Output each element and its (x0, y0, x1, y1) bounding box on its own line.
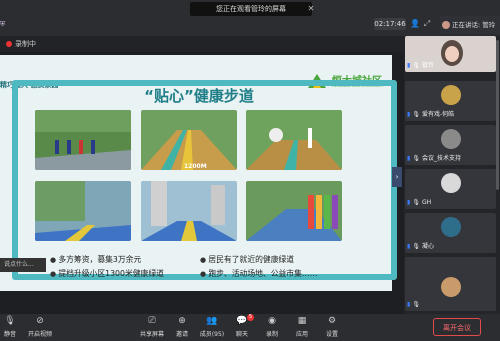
photo-greenway-4 (35, 181, 131, 241)
participant-label: ▮ 🎙 会议_技术支持 (405, 154, 461, 164)
participant-label: ▮ 🎙 凝心 (405, 242, 434, 252)
collapse-panel-button[interactable]: › (392, 167, 402, 187)
user-icon: ▮ (407, 62, 411, 69)
participant-tile-2[interactable]: ▮ 🎙 爱有戏-何皓 (405, 81, 496, 121)
slide-title: “贴心”健康步道 (144, 87, 254, 105)
expand-icon[interactable]: ⤢ (420, 18, 434, 30)
participant-name: GH (421, 199, 432, 206)
mic-icon: 🎙 (412, 111, 420, 118)
settings-button[interactable]: ⚙ 设置 (314, 314, 350, 341)
participant-avatar (441, 129, 461, 149)
toolbar-label: 邀请 (175, 331, 188, 338)
toolbar-label: 静音 (3, 331, 16, 338)
participant-label: ▮ 🎙 GH (405, 198, 431, 208)
bullet-left-2: ● 提档升级小区1300米健康绿道 (50, 268, 164, 280)
toolbar-label: 录制 (265, 331, 278, 338)
photo-greenway-3 (246, 110, 342, 170)
participant-label: ▮ 🎙 管玲 (405, 61, 434, 71)
toolbar-label: 应用 (295, 331, 308, 338)
mic-icon: 🎙 (412, 243, 420, 250)
mic-icon: 🎙 (412, 301, 420, 308)
bullet-right-2: ● 跑步、活动场地、公益市集…… (200, 268, 318, 280)
camera-icon: ⊘ (36, 316, 44, 326)
chat-badge: 5 (247, 314, 254, 321)
photo-greenway-5 (141, 181, 237, 241)
settings-icon: ⚙ (327, 316, 337, 326)
participant-tile-5[interactable]: ▮ 🎙 凝心 (405, 213, 496, 253)
road-marking-label: 1200M (184, 163, 207, 170)
shield-icon: ⛨ (0, 20, 6, 28)
record-dot-icon (6, 41, 12, 47)
mic-icon: 🎙 (412, 155, 420, 162)
user-icon: ▮ (407, 199, 411, 206)
screen-share-banner: 您正在观看管玲的屏幕 (190, 2, 312, 16)
bullet-text: 居民有了就近的健康绿道 (208, 255, 295, 264)
close-icon[interactable]: ✕ (306, 2, 316, 16)
toolbar-label: 共享屏幕 (139, 331, 164, 338)
toolbar-label: 开启视频 (27, 331, 52, 338)
recording-label: 录制中 (15, 40, 36, 48)
toolbar-label: 聊天 (235, 331, 248, 338)
mic-icon: 🎙 (412, 62, 420, 69)
photo-greenway-6 (246, 181, 342, 241)
mic-icon: 🎙 (412, 199, 420, 206)
participant-label: ▮ 🎙 爱有戏-何皓 (405, 110, 454, 120)
meeting-timer: 02:17:46 (374, 18, 406, 30)
participant-avatar (441, 173, 461, 193)
user-icon: ▮ (407, 155, 411, 162)
bullet-text: 提档升级小区1300米健康绿道 (58, 269, 164, 278)
participant-face (445, 46, 459, 62)
participant-name: 爱有戏-何皓 (421, 111, 455, 118)
leave-meeting-button[interactable]: 离开会议 (433, 318, 481, 336)
video-button[interactable]: ⊘ 开启视频 (22, 314, 58, 341)
speaking-text: 正在讲话: 管玲 (452, 21, 496, 29)
bullet-text: 跑步、活动场地、公益市集…… (208, 269, 318, 278)
toolbar-label: 设置 (325, 331, 338, 338)
participant-tile-4[interactable]: ▮ 🎙 GH (405, 169, 496, 209)
speaker-avatar-icon (442, 21, 450, 29)
bullet-right-1: ● 居民有了就近的健康绿道 (200, 254, 294, 266)
photo-greenway-1 (35, 110, 131, 170)
participant-name: 凝心 (421, 243, 434, 250)
participant-scrollbar[interactable] (496, 40, 499, 190)
participant-avatar (441, 217, 461, 237)
user-icon: ▮ (407, 111, 411, 118)
participant-avatar (441, 85, 461, 105)
toolbar-label: 成员(95) (199, 331, 225, 338)
bullet-left-1: ● 多方筹资，募集3万余元 (50, 254, 141, 266)
user-icon: ▮ (407, 301, 411, 308)
participant-tile-1[interactable]: ▮ 🎙 管玲 (405, 36, 496, 72)
recording-bar: 录制中 (0, 36, 405, 52)
participant-label: ▮ 🎙 (405, 300, 422, 310)
bullet-text: 多方筹资，募集3万余元 (58, 255, 142, 264)
speaking-indicator: 正在讲话: 管玲 (440, 16, 500, 34)
participant-tile-6[interactable]: ▮ 🎙 (405, 257, 496, 311)
participant-name: 会议_技术支持 (421, 155, 461, 162)
participant-avatar (441, 277, 461, 297)
photo-greenway-2 (141, 110, 237, 170)
chat-quick-input[interactable]: 说点什么... (0, 258, 46, 272)
participant-tile-3[interactable]: ▮ 🎙 会议_技术支持 (405, 125, 496, 165)
participant-name: 管玲 (421, 62, 434, 69)
user-icon: ▮ (407, 243, 411, 250)
